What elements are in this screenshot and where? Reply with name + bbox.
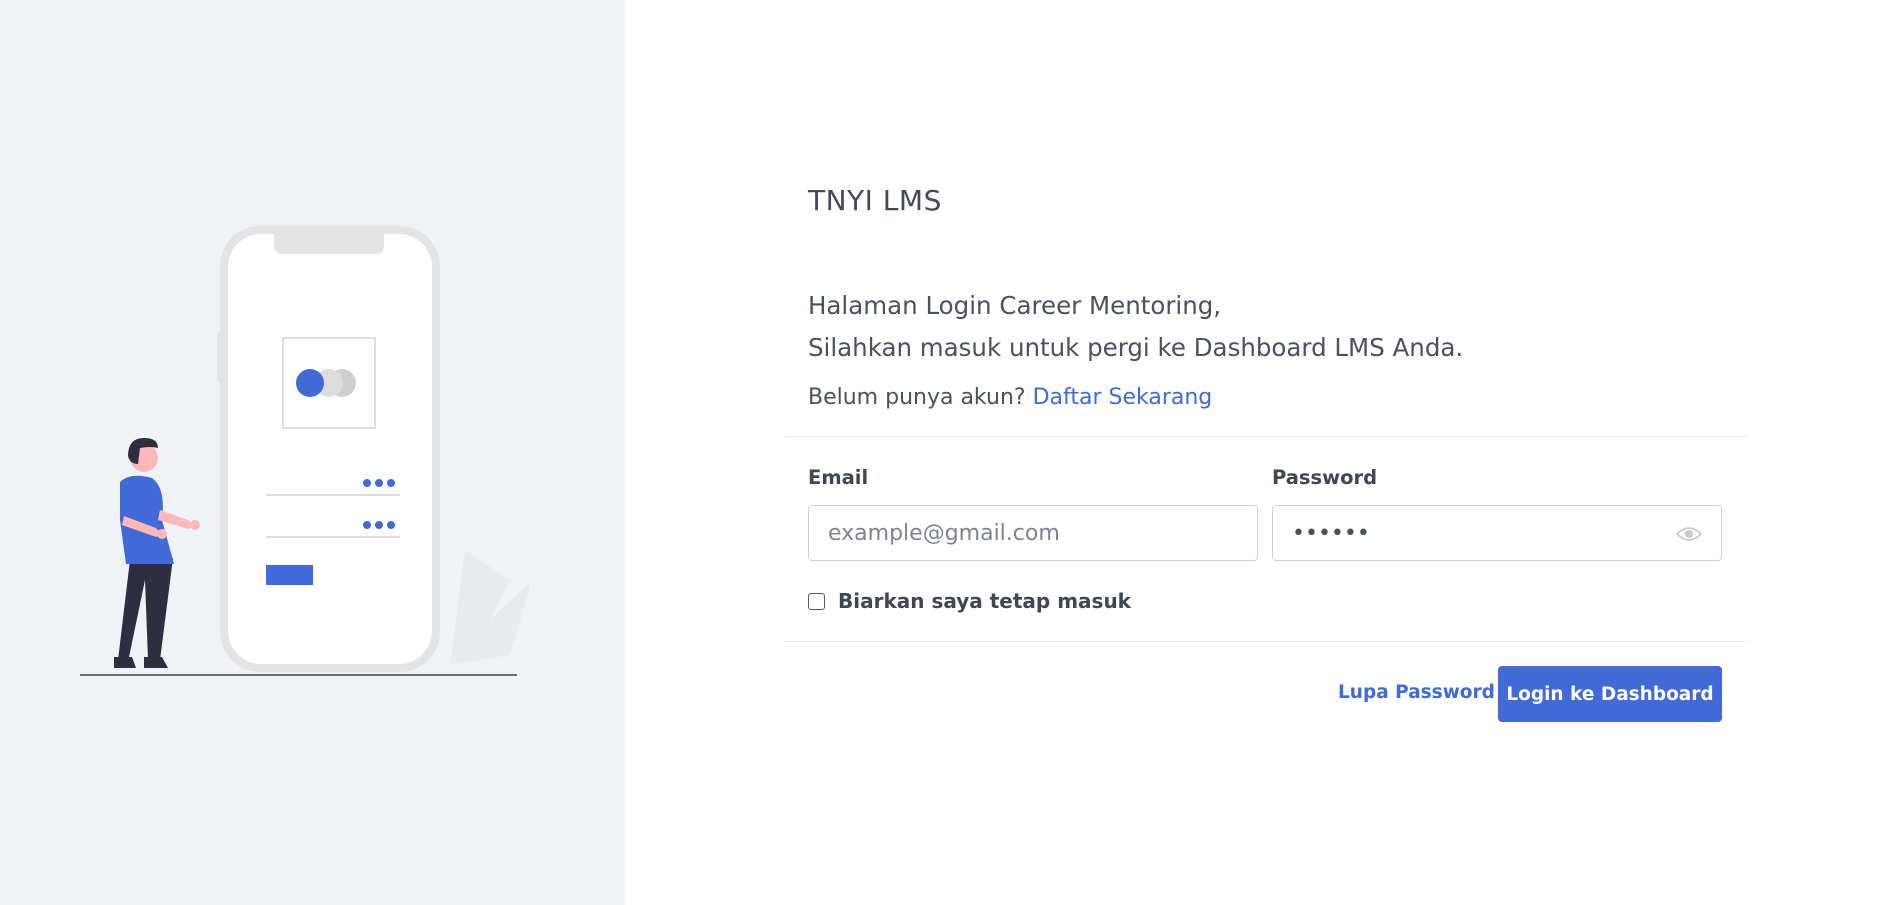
signup-link[interactable]: Daftar Sekarang bbox=[1033, 385, 1213, 410]
intro-line-2: Silahkan masuk untuk pergi ke Dashboard … bbox=[808, 333, 1464, 362]
password-field-wrapper bbox=[1272, 505, 1722, 561]
remember-me[interactable]: Biarkan saya tetap masuk bbox=[808, 589, 1131, 613]
login-panel: TNYI LMS Halaman Login Career Mentoring,… bbox=[625, 0, 1888, 905]
forgot-password-link[interactable]: Lupa Password bbox=[1338, 682, 1495, 703]
signup-prompt-text: Belum punya akun? bbox=[808, 385, 1026, 410]
divider bbox=[785, 641, 1747, 642]
eye-icon[interactable] bbox=[1675, 521, 1703, 547]
remember-label: Biarkan saya tetap masuk bbox=[838, 589, 1131, 613]
illustration-panel bbox=[0, 0, 625, 905]
divider bbox=[785, 436, 1747, 437]
login-button[interactable]: Login ke Dashboard bbox=[1498, 666, 1722, 722]
email-field-wrapper bbox=[808, 505, 1258, 561]
login-illustration bbox=[80, 226, 530, 676]
intro-text: Halaman Login Career Mentoring, Silahkan… bbox=[808, 285, 1463, 369]
signup-prompt: Belum punya akun? Daftar Sekarang bbox=[808, 385, 1212, 410]
remember-checkbox[interactable] bbox=[808, 592, 825, 610]
password-label: Password bbox=[1272, 466, 1378, 489]
email-label: Email bbox=[808, 466, 869, 489]
brand-title: TNYI LMS bbox=[808, 184, 942, 217]
password-field[interactable] bbox=[1273, 506, 1721, 560]
email-field[interactable] bbox=[809, 506, 1257, 560]
intro-line-1: Halaman Login Career Mentoring, bbox=[808, 291, 1222, 320]
